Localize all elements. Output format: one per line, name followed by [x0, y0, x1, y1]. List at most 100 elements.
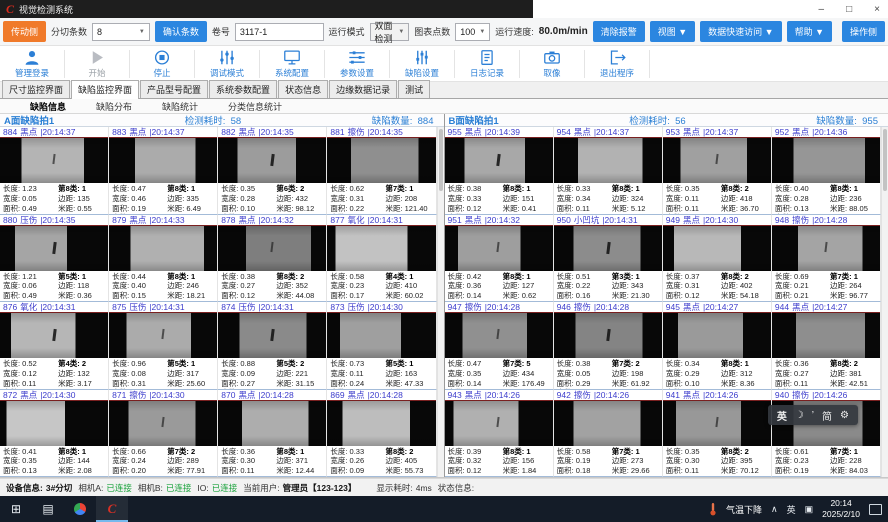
defect-image[interactable] [445, 226, 553, 271]
tab-product-model-config[interactable]: 产品型号配置 [140, 80, 208, 98]
ime-settings-icon[interactable]: ⚙ [840, 410, 849, 421]
defect-cell[interactable]: 872 黑点 |20:14:30 长度: 0.41 宽度: 0.35 面积: 0… [0, 390, 109, 478]
defect-cell[interactable]: 870 黑点 |20:14:28 长度: 0.36 宽度: 0.30 面积: 0… [218, 390, 327, 478]
defect-cell[interactable]: 880 压伤 |20:14:35 长度: 1.21 宽度: 0.06 面积: 0… [0, 215, 109, 303]
defect-cell[interactable]: 945 黑点 |20:14:27 长度: 0.34 宽度: 0.29 面积: 0… [663, 302, 772, 390]
defect-cell[interactable]: 948 擦伤 |20:14:28 长度: 0.69 宽度: 0.21 面积: 0… [772, 215, 881, 303]
defect-cell[interactable]: 953 黑点 |20:14:37 长度: 0.35 宽度: 0.11 面积: 0… [663, 127, 772, 215]
defect-cell[interactable]: 879 黑点 |20:14:33 长度: 0.44 宽度: 0.40 面积: 0… [109, 215, 218, 303]
defect-cell[interactable]: 940 擦伤 |20:14:26 长度: 0.61 宽度: 0.23 面积: 0… [772, 390, 881, 478]
chart-points-select[interactable]: 100▼ [455, 23, 490, 41]
defect-image[interactable] [772, 138, 880, 183]
scrollbar-thumb[interactable] [883, 129, 887, 191]
defect-cell[interactable]: 878 黑点 |20:14:32 长度: 0.38 宽度: 0.27 面积: 0… [218, 215, 327, 303]
defect-image[interactable] [663, 138, 771, 183]
defect-cell[interactable]: 881 擦伤 |20:14:35 长度: 0.62 宽度: 0.31 面积: 0… [327, 127, 436, 215]
defect-image[interactable] [327, 226, 435, 271]
subtab-class-info-statistics[interactable]: 分类信息统计 [228, 100, 282, 113]
defect-cell[interactable]: 951 黑点 |20:14:32 长度: 0.42 宽度: 0.36 面积: 0… [445, 215, 554, 303]
defect-image[interactable] [445, 138, 553, 183]
notification-center-icon[interactable] [869, 504, 882, 515]
exit-program-button[interactable]: 退出程序 [585, 49, 649, 79]
tab-defect-monitor[interactable]: 缺陷监控界面 [71, 80, 139, 99]
panel-a-scrollbar[interactable] [437, 127, 444, 477]
ime-moon-icon[interactable]: ☽ [795, 410, 804, 421]
defect-image[interactable] [109, 313, 217, 358]
defect-image[interactable] [218, 313, 326, 358]
defect-image[interactable] [663, 401, 771, 446]
maximize-button[interactable]: □ [846, 4, 852, 15]
ime-lang-toggle[interactable]: 英 [777, 408, 787, 423]
data-quick-access-button[interactable]: 数据快速访问 ▼ [700, 21, 781, 42]
defect-image[interactable] [0, 138, 108, 183]
subtab-defect-statistics[interactable]: 缺陷统计 [162, 100, 198, 113]
defect-cell[interactable]: 877 氧化 |20:14:31 长度: 0.58 宽度: 0.23 面积: 0… [327, 215, 436, 303]
inspection-app-taskbar-button[interactable]: C [96, 496, 128, 522]
weather-status[interactable]: 气温下降 [726, 503, 762, 516]
defect-cell[interactable]: 950 小凹坑 |20:14:31 长度: 0.51 宽度: 0.22 面积: … [554, 215, 663, 303]
defect-image[interactable] [554, 401, 662, 446]
task-view-button[interactable]: ▤ [32, 496, 64, 522]
defect-image[interactable] [109, 401, 217, 446]
defect-image[interactable] [327, 401, 435, 446]
defect-cell[interactable]: 884 黑点 |20:14:37 长度: 1.23 宽度: 0.05 面积: 0… [0, 127, 109, 215]
defect-image[interactable] [327, 138, 435, 183]
defect-image[interactable] [0, 226, 108, 271]
defect-cell[interactable]: 944 黑点 |20:14:27 长度: 0.36 宽度: 0.27 面积: 0… [772, 302, 881, 390]
defect-cell[interactable]: 871 擦伤 |20:14:30 长度: 0.66 宽度: 0.24 面积: 0… [109, 390, 218, 478]
defect-image[interactable] [445, 313, 553, 358]
view-menu-button[interactable]: 视图 ▼ [650, 21, 695, 42]
close-button[interactable]: × [874, 4, 880, 15]
defect-cell[interactable]: 954 黑点 |20:14:37 长度: 0.33 宽度: 0.34 面积: 0… [554, 127, 663, 215]
tab-system-params[interactable]: 系统参数配置 [209, 80, 277, 98]
defect-settings-button[interactable]: 缺陷设置 [390, 49, 454, 79]
defect-image[interactable] [554, 226, 662, 271]
tab-size-monitor[interactable]: 尺寸监控界面 [2, 80, 70, 98]
subtab-defect-info[interactable]: 缺陷信息 [30, 100, 66, 113]
stop-button[interactable]: 停止 [130, 49, 194, 79]
panel-b-scrollbar[interactable] [881, 127, 888, 477]
defect-cell[interactable]: 946 擦伤 |20:14:28 长度: 0.38 宽度: 0.05 面积: 0… [554, 302, 663, 390]
system-config-button[interactable]: 系统配置 [260, 49, 324, 79]
defect-cell[interactable]: 874 压伤 |20:14:31 长度: 0.88 宽度: 0.09 面积: 0… [218, 302, 327, 390]
operator-side-button[interactable]: 操作侧 [842, 21, 885, 42]
defect-image[interactable] [109, 226, 217, 271]
slit-count-select[interactable]: 8▼ [92, 23, 150, 41]
ime-punctuation-icon[interactable]: ’ [812, 410, 814, 421]
taskbar-clock[interactable]: 20:14 2025/2/10 [822, 498, 860, 519]
defect-image[interactable] [663, 313, 771, 358]
browser-taskbar-button[interactable] [64, 496, 96, 522]
defect-cell[interactable]: 875 压伤 |20:14:31 长度: 0.96 宽度: 0.08 面积: 0… [109, 302, 218, 390]
capture-image-button[interactable]: 取像 [520, 49, 584, 79]
defect-cell[interactable]: 955 黑点 |20:14:39 长度: 0.38 宽度: 0.33 面积: 0… [445, 127, 554, 215]
defect-cell[interactable]: 943 黑点 |20:14:26 长度: 0.39 宽度: 0.32 面积: 0… [445, 390, 554, 478]
tab-test[interactable]: 测试 [398, 80, 430, 98]
defect-cell[interactable]: 876 氧化 |20:14:31 长度: 0.52 宽度: 0.12 面积: 0… [0, 302, 109, 390]
minimize-button[interactable]: – [819, 4, 825, 15]
start-button[interactable]: ⊞ [0, 496, 32, 522]
defect-cell[interactable]: 882 黑点 |20:14:35 长度: 0.35 宽度: 0.28 面积: 0… [218, 127, 327, 215]
defect-image[interactable] [218, 401, 326, 446]
defect-image[interactable] [554, 138, 662, 183]
language-indicator[interactable]: 英 [787, 503, 796, 516]
run-mode-select[interactable]: 双面检测▼ [370, 23, 410, 41]
param-settings-button[interactable]: 参数设置 [325, 49, 389, 79]
defect-cell[interactable]: 873 压伤 |20:14:30 长度: 0.73 宽度: 0.11 面积: 0… [327, 302, 436, 390]
defect-cell[interactable]: 942 擦伤 |20:14:26 长度: 0.58 宽度: 0.19 面积: 0… [554, 390, 663, 478]
admin-login-button[interactable]: 管理登录 [0, 49, 64, 79]
tray-expand-caret[interactable]: ∧ [771, 504, 778, 515]
tab-status-info[interactable]: 状态信息 [278, 80, 328, 98]
start-button[interactable]: 开始 [65, 49, 129, 79]
defect-cell[interactable]: 949 黑点 |20:14:30 长度: 0.37 宽度: 0.31 面积: 0… [663, 215, 772, 303]
defect-image[interactable] [554, 313, 662, 358]
confirm-count-button[interactable]: 确认条数 [155, 21, 207, 42]
defect-image[interactable] [218, 226, 326, 271]
defect-cell[interactable]: 869 黑点 |20:14:28 长度: 0.33 宽度: 0.26 面积: 0… [327, 390, 436, 478]
defect-cell[interactable]: 952 黑点 |20:14:36 长度: 0.40 宽度: 0.28 面积: 0… [772, 127, 881, 215]
defect-image[interactable] [0, 401, 108, 446]
roll-number-input[interactable]: 3117-1 [235, 23, 324, 41]
tab-edge-data-record[interactable]: 边缘数据记录 [329, 80, 397, 98]
defect-image[interactable] [109, 138, 217, 183]
help-menu-button[interactable]: 帮助 ▼ [787, 21, 832, 42]
defect-image[interactable] [772, 313, 880, 358]
